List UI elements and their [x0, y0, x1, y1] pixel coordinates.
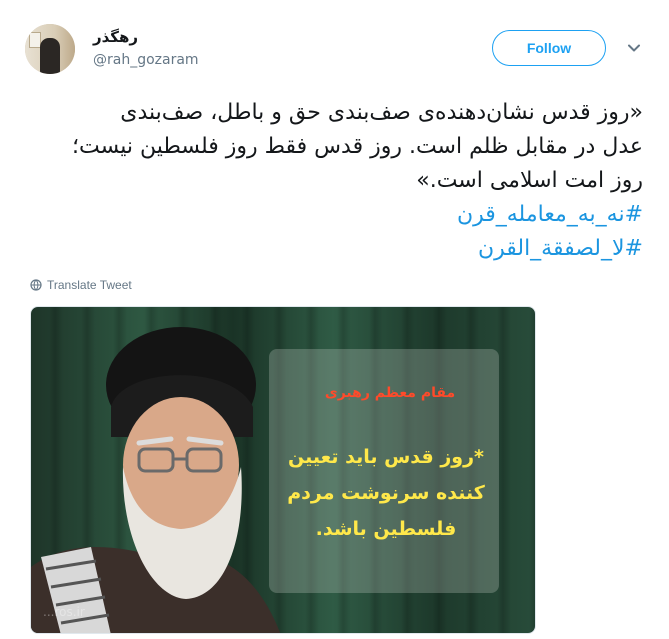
user-handle[interactable]: @rah_gozaram	[93, 52, 199, 68]
avatar-figure	[40, 38, 60, 74]
display-name[interactable]: رهگذر	[93, 28, 138, 46]
tweet-text: «روز قدس نشان‌دهنده‌ی صف‌بندی حق و باطل،…	[23, 96, 643, 266]
avatar[interactable]	[25, 24, 75, 74]
follow-button[interactable]: Follow	[492, 30, 606, 66]
chevron-down-icon[interactable]	[626, 40, 642, 56]
tweet-line: «روز قدس نشان‌دهنده‌ی صف‌بندی حق و باطل،…	[120, 100, 643, 125]
image-watermark: ...ros.ir	[43, 605, 85, 619]
caption-body: *روز قدس باید تعیین کننده سرنوشت مردم فل…	[287, 446, 485, 540]
hashtag-link[interactable]: #نه_به_معامله_قرن	[23, 198, 643, 232]
tweet-line: عدل در مقابل ظلم است. روز قدس فقط روز فل…	[71, 134, 643, 159]
portrait-figure	[31, 327, 281, 633]
globe-icon	[30, 279, 42, 291]
tweet-line: روز امت اسلامی است.»	[416, 168, 643, 193]
translate-tweet-link[interactable]: Translate Tweet	[30, 278, 132, 292]
caption-title: مقام معظم رهبری	[324, 385, 456, 401]
translate-label: Translate Tweet	[47, 278, 132, 292]
hashtag-link[interactable]: #لا_لصفقة_القرن	[23, 232, 643, 266]
tweet-image[interactable]: مقام معظم رهبری *روز قدس باید تعیین کنند…	[30, 306, 536, 634]
